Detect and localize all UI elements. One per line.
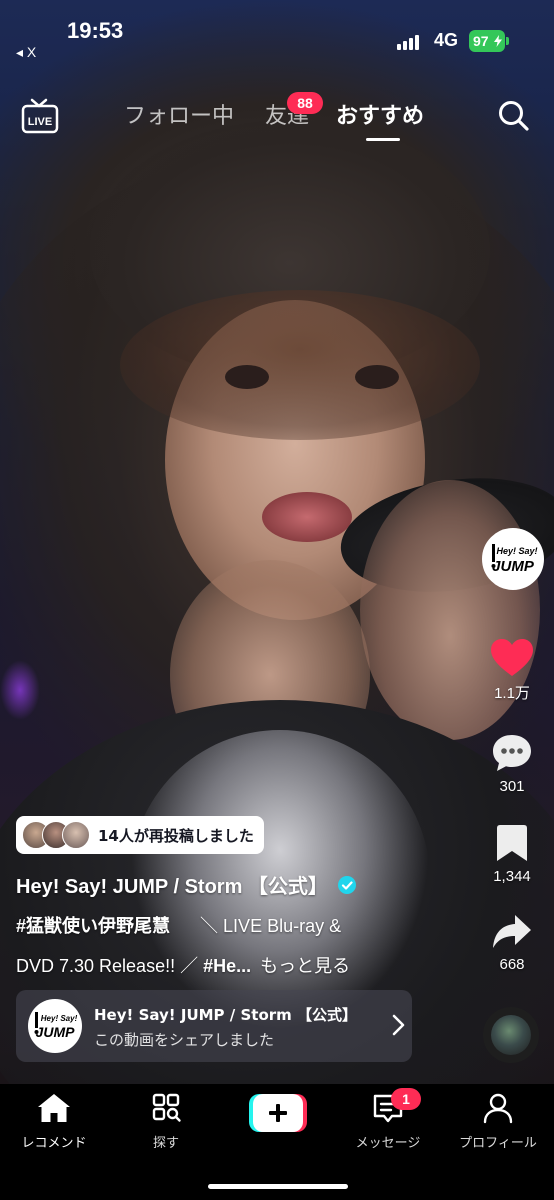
home-indicator <box>208 1184 348 1189</box>
friends-badge: 88 <box>287 92 323 114</box>
nav-profile[interactable]: プロフィール <box>448 1092 548 1151</box>
active-tab-indicator <box>366 138 400 141</box>
share-count: 668 <box>499 956 525 973</box>
svg-text:Hey! Say!: Hey! Say! <box>41 1014 78 1023</box>
shared-by-avatar: Hey! Say! JUMP <box>28 999 82 1053</box>
nav-home-label: レコメンド <box>21 1136 87 1151</box>
description-line-1: #猛獣使い伊野尾慧 ＼ LIVE Blu-ray & <box>16 912 341 938</box>
repost-avatars <box>22 821 94 849</box>
battery-level: 97 <box>473 33 489 49</box>
search-button[interactable] <box>496 98 532 134</box>
description-line-2: DVD 7.30 Release!! ／ #He... もっと見る <box>16 952 350 978</box>
share-button[interactable]: 668 <box>470 912 554 973</box>
repost-indicator[interactable]: 14人が再投稿しました <box>16 816 264 854</box>
tiktok-screen: 19:53 ◂ X 4G 97 LIVE フォロー中 友達 88 おすすめ He… <box>0 0 554 1200</box>
chevron-right-icon <box>392 1014 405 1036</box>
comment-count: 301 <box>499 778 525 795</box>
inbox-badge: 1 <box>391 1088 421 1110</box>
live-button[interactable]: LIVE <box>20 96 60 136</box>
signal-icon <box>397 34 419 50</box>
svg-text:LIVE: LIVE <box>28 116 52 128</box>
author-name-text: Hey! Say! JUMP / Storm 【公式】 <box>16 876 328 898</box>
charging-bolt-icon <box>494 35 502 47</box>
back-to-app[interactable]: ◂ X <box>16 44 36 61</box>
shared-by-card[interactable]: Hey! Say! JUMP Hey! Say! JUMP / Storm 【公… <box>16 990 412 1062</box>
status-bar: 19:53 ◂ X 4G 97 <box>0 0 554 80</box>
comment-button[interactable]: 301 <box>470 732 554 795</box>
hashtag-link[interactable]: #He... <box>203 956 251 976</box>
nav-home[interactable]: レコメンド <box>4 1092 104 1151</box>
home-icon <box>38 1094 70 1122</box>
see-more-link[interactable]: もっと見る <box>260 956 350 976</box>
verified-badge-icon <box>337 875 356 894</box>
bookmark-button[interactable]: 1,344 <box>470 822 554 885</box>
battery-indicator: 97 <box>469 30 505 52</box>
creator-avatar[interactable]: Hey! Say! JUMP <box>482 528 544 590</box>
creator-logo: Hey! Say! JUMP <box>34 1012 78 1040</box>
live-tv-icon: LIVE <box>21 98 59 134</box>
battery-cap <box>506 37 509 45</box>
share-arrow-icon <box>493 915 531 948</box>
creator-logo: Hey! Say! JUMP <box>491 544 538 575</box>
hashtag-link[interactable]: #猛獣使い伊野尾慧 <box>16 916 170 936</box>
svg-text:JUMP: JUMP <box>492 558 535 575</box>
like-count: 1.1万 <box>494 685 530 702</box>
like-button[interactable]: 1.1万 <box>470 638 554 703</box>
profile-icon <box>483 1093 513 1124</box>
music-cover-image <box>491 1015 531 1055</box>
nav-inbox[interactable]: メッセージ <box>338 1092 438 1151</box>
top-navigation: LIVE フォロー中 友達 88 おすすめ <box>0 88 554 148</box>
tab-following[interactable]: フォロー中 <box>124 98 234 130</box>
svg-text:Hey! Say!: Hey! Say! <box>496 546 537 556</box>
heart-icon <box>491 639 533 676</box>
nav-explore-label: 探す <box>152 1136 179 1151</box>
bookmark-count: 1,344 <box>493 868 531 885</box>
nav-profile-label: プロフィール <box>459 1136 537 1151</box>
author-name[interactable]: Hey! Say! JUMP / Storm 【公式】 <box>16 870 356 899</box>
comment-icon <box>493 735 531 771</box>
create-plus-icon <box>249 1094 307 1132</box>
repost-avatar <box>62 821 90 849</box>
nav-explore[interactable]: 探す <box>116 1092 216 1151</box>
clock: 19:53 <box>67 18 124 43</box>
bookmark-icon <box>497 825 527 861</box>
description-text: ＼ LIVE Blu-ray & <box>200 916 342 936</box>
search-icon <box>499 101 529 131</box>
repost-text: 14人が再投稿しました <box>98 826 254 845</box>
shared-by-name: Hey! Say! JUMP / Storm 【公式】 <box>94 1006 358 1024</box>
shared-by-subtitle: この動画をシェアしました <box>94 1031 275 1049</box>
tab-for-you[interactable]: おすすめ <box>336 98 424 130</box>
svg-text:JUMP: JUMP <box>36 1024 76 1040</box>
music-disc[interactable] <box>483 1007 539 1063</box>
network-type: 4G <box>434 30 459 50</box>
create-button[interactable] <box>249 1094 307 1132</box>
nav-inbox-label: メッセージ <box>355 1136 421 1151</box>
explore-icon <box>152 1093 181 1122</box>
bottom-navigation: レコメンド 探す メッセージ 1 プロフィール <box>0 1084 554 1200</box>
description-text: DVD 7.30 Release!! ／ <box>16 956 199 976</box>
